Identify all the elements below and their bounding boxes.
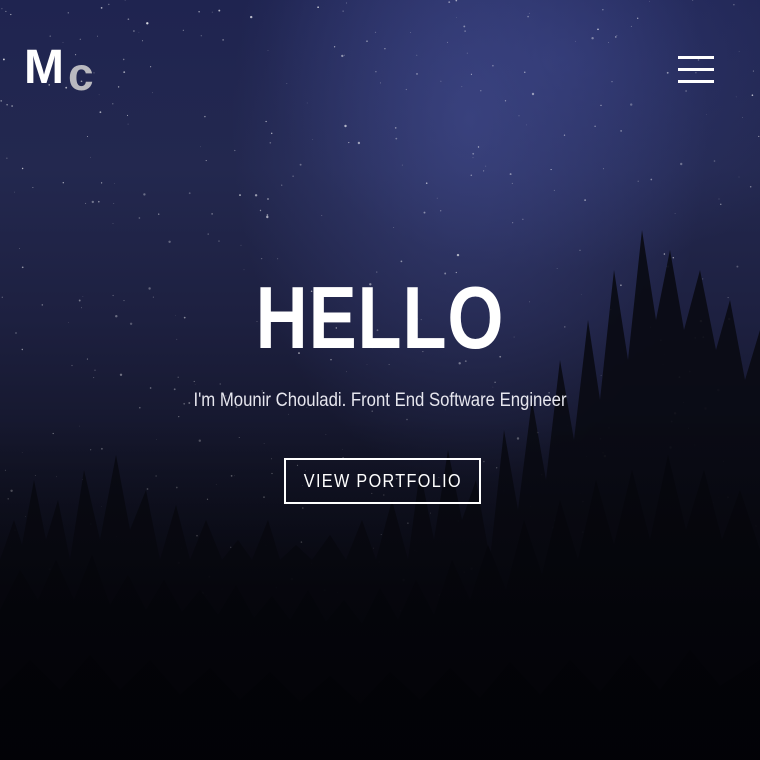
hero-title: HELLO [255, 268, 505, 367]
view-portfolio-label: VIEW PORTFOLIO [303, 470, 462, 491]
hero-section: M c HELLO I'm Mounir Chouladi. Front End… [0, 0, 760, 760]
menu-bar-bottom [678, 80, 714, 83]
site-logo[interactable]: M c [24, 41, 104, 98]
view-portfolio-button[interactable]: VIEW PORTFOLIO [284, 458, 481, 504]
bottom-vignette [0, 0, 760, 760]
menu-bar-middle [678, 68, 714, 71]
hamburger-menu-icon[interactable] [676, 55, 716, 85]
hero-subtitle: I'm Mounir Chouladi. Front End Software … [193, 390, 567, 411]
logo-letter-m: M [24, 41, 64, 94]
logo-letter-c: c [68, 48, 94, 100]
menu-bar-top [678, 56, 714, 59]
